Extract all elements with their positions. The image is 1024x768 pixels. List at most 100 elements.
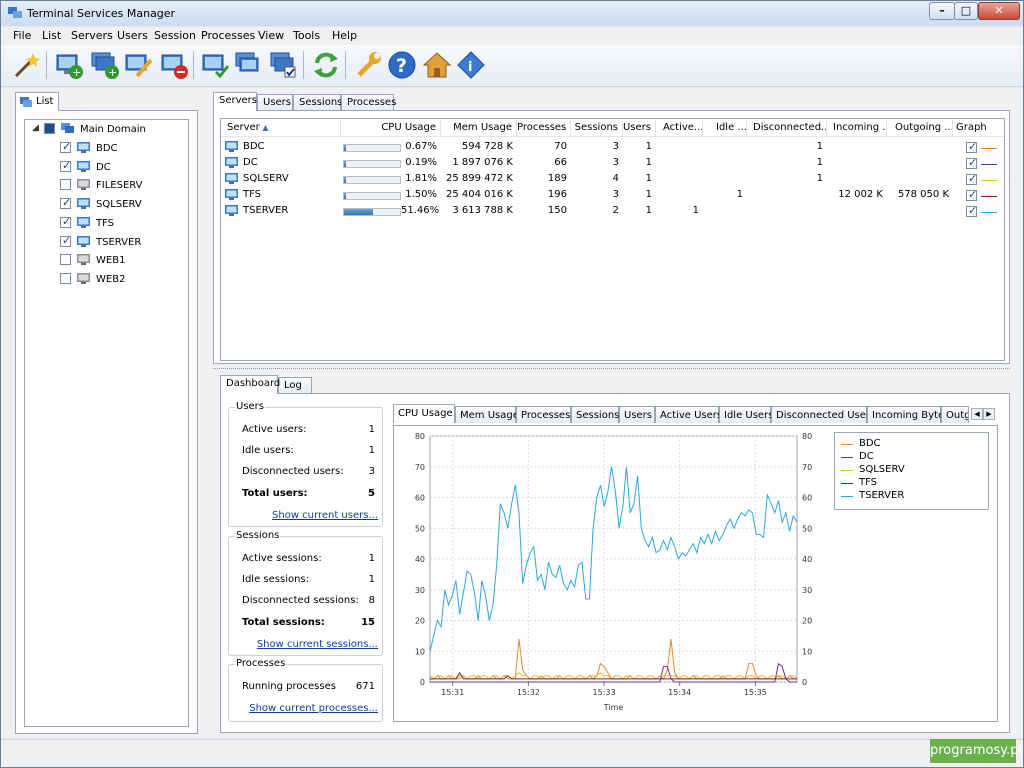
cell-outgoing (887, 205, 949, 219)
menu-file[interactable]: File (13, 29, 31, 42)
chart-tab-mem[interactable]: Mem Usage (455, 406, 519, 423)
col-incoming[interactable]: Incoming ... (827, 119, 887, 137)
tab-sessions[interactable]: Sessions (293, 94, 342, 111)
chart-tab-idle-users[interactable]: Idle Users (719, 406, 773, 423)
graph-checkbox[interactable] (966, 188, 977, 201)
menu-servers[interactable]: Servers (71, 29, 113, 42)
remove-server-icon[interactable] (159, 50, 189, 80)
list-icon (20, 97, 32, 107)
tab-list[interactable]: List (15, 92, 59, 111)
cell-mem: 25 404 016 K (446, 189, 513, 200)
legend-label: SQLSERV (859, 464, 905, 475)
graph-checkbox[interactable] (966, 140, 977, 153)
add-group-icon[interactable]: + (90, 50, 120, 80)
legend-label: DC (859, 451, 874, 462)
tree-expander-icon[interactable]: ◢ (32, 123, 39, 133)
tree-item-checkbox[interactable] (60, 159, 71, 172)
col-outgoing[interactable]: Outgoing ... (887, 119, 953, 137)
home-icon[interactable] (422, 50, 452, 80)
col-disconnected[interactable]: Disconnected... (747, 119, 827, 137)
tree-item-checkbox[interactable] (60, 234, 71, 247)
show-users-link[interactable]: Show current users... (272, 510, 378, 521)
panel-splitter[interactable] (213, 368, 1010, 370)
menu-processes[interactable]: Processes (201, 29, 255, 42)
chart-tab-incoming-bytes[interactable]: Incoming Bytes (867, 406, 949, 423)
menu-session[interactable]: Session (154, 29, 196, 42)
graph-checkbox[interactable] (966, 172, 977, 185)
tree-item-label[interactable]: SQLSERV (96, 199, 142, 215)
show-sessions-link[interactable]: Show current sessions... (257, 639, 378, 650)
tree-item-label[interactable]: WEB1 (96, 255, 125, 271)
menu-view[interactable]: View (258, 29, 284, 42)
check-all-icon[interactable] (234, 50, 264, 80)
menu-list[interactable]: List (42, 29, 61, 42)
server-tree: ◢ Main Domain BDC DC FILESERV SQLSERV TFS TSE… (24, 119, 189, 727)
col-cpu[interactable]: CPU Usage (341, 119, 441, 137)
chart-tab-sessions[interactable]: Sessions (571, 406, 619, 423)
chart-tab-active-users[interactable]: Active Users (655, 406, 722, 423)
menu-help[interactable]: Help (332, 29, 357, 42)
cell-server: SQLSERV (243, 173, 289, 184)
tree-item-label[interactable]: FILESERV (96, 180, 143, 196)
tab-processes[interactable]: Processes (341, 94, 396, 111)
tree-item-checkbox[interactable] (60, 272, 71, 284)
table-row[interactable]: TSERVER 51.46% 3 613 788 K 150 2 1 1 (221, 204, 1004, 220)
tab-users[interactable]: Users (257, 94, 293, 111)
settings-wrench-icon[interactable] (353, 50, 383, 80)
edit-server-icon[interactable] (123, 50, 153, 80)
about-info-icon[interactable]: i (456, 50, 486, 80)
minimize-button[interactable]: – (929, 2, 955, 20)
table-row[interactable]: DC 0.19% 1 897 076 K 66 3 1 1 (221, 156, 1004, 172)
col-idle[interactable]: Idle ... (703, 119, 747, 137)
tree-item-label[interactable]: BDC (96, 143, 118, 159)
col-mem[interactable]: Mem Usage (441, 119, 517, 137)
show-processes-link[interactable]: Show current processes... (249, 703, 378, 714)
cpu-bar (343, 160, 401, 168)
tree-root-checkbox[interactable] (44, 123, 55, 134)
graph-checkbox[interactable] (966, 156, 977, 169)
tree-item-label[interactable]: DC (96, 162, 111, 178)
close-button[interactable]: ✕ (978, 2, 1020, 20)
chart-tab-outgoing-bytes[interactable]: Outg (941, 406, 969, 423)
tree-item-checkbox[interactable] (60, 254, 71, 266)
tree-item-label[interactable]: TSERVER (96, 237, 141, 253)
tree-item-label[interactable]: TFS (96, 218, 114, 234)
tree-item-checkbox[interactable] (60, 140, 71, 153)
title-bar[interactable]: Terminal Services Manager – □ ✕ (1, 1, 1023, 26)
check-server-icon[interactable] (200, 50, 230, 80)
wizard-wand-icon[interactable] (11, 50, 41, 80)
menu-users[interactable]: Users (117, 29, 148, 42)
table-row[interactable]: SQLSERV 1.81% 25 899 472 K 189 4 1 1 (221, 172, 1004, 188)
add-server-icon[interactable]: + (54, 50, 84, 80)
table-row[interactable]: TFS 1.50% 25 404 016 K 196 3 1 1 12 002 K 578 05… (221, 188, 1004, 204)
chart-tab-users[interactable]: Users (619, 406, 655, 423)
tab-scroll-right-icon[interactable]: ▶ (983, 408, 995, 420)
col-processes[interactable]: Processes (517, 119, 571, 137)
tab-log[interactable]: Log (278, 377, 312, 394)
tab-dashboard[interactable]: Dashboard (220, 375, 280, 394)
graph-color-swatch (981, 164, 997, 165)
col-server[interactable]: Server ▲ (221, 119, 341, 137)
tab-servers[interactable]: Servers (213, 92, 257, 111)
chart-tab-cpu[interactable]: CPU Usage (393, 404, 455, 423)
graph-checkbox[interactable] (966, 204, 977, 217)
col-graph[interactable]: Graph (953, 119, 1004, 137)
tree-item-label[interactable]: WEB2 (96, 274, 125, 290)
tree-item-checkbox[interactable] (60, 179, 71, 191)
refresh-icon[interactable] (311, 50, 341, 80)
menu-tools[interactable]: Tools (293, 29, 320, 42)
chart-tab-disconnected-users[interactable]: Disconnected Users (771, 406, 875, 423)
active-sessions-label: Active sessions: (242, 553, 322, 564)
chart-tab-processes[interactable]: Processes (516, 406, 571, 423)
col-users[interactable]: Users (623, 119, 656, 137)
table-row[interactable]: BDC 0.67% 594 728 K 70 3 1 1 (221, 140, 1004, 156)
tab-scroll-left-icon[interactable]: ◀ (971, 408, 983, 420)
tree-item-checkbox[interactable] (60, 196, 71, 210)
help-icon[interactable]: ? (387, 50, 417, 80)
tree-root-label[interactable]: Main Domain (80, 124, 146, 140)
col-sessions[interactable]: Sessions (571, 119, 623, 137)
tree-item-checkbox[interactable] (60, 215, 71, 228)
maximize-button[interactable]: □ (954, 2, 978, 20)
select-server-icon[interactable] (269, 50, 299, 80)
col-active[interactable]: Active... (656, 119, 703, 137)
